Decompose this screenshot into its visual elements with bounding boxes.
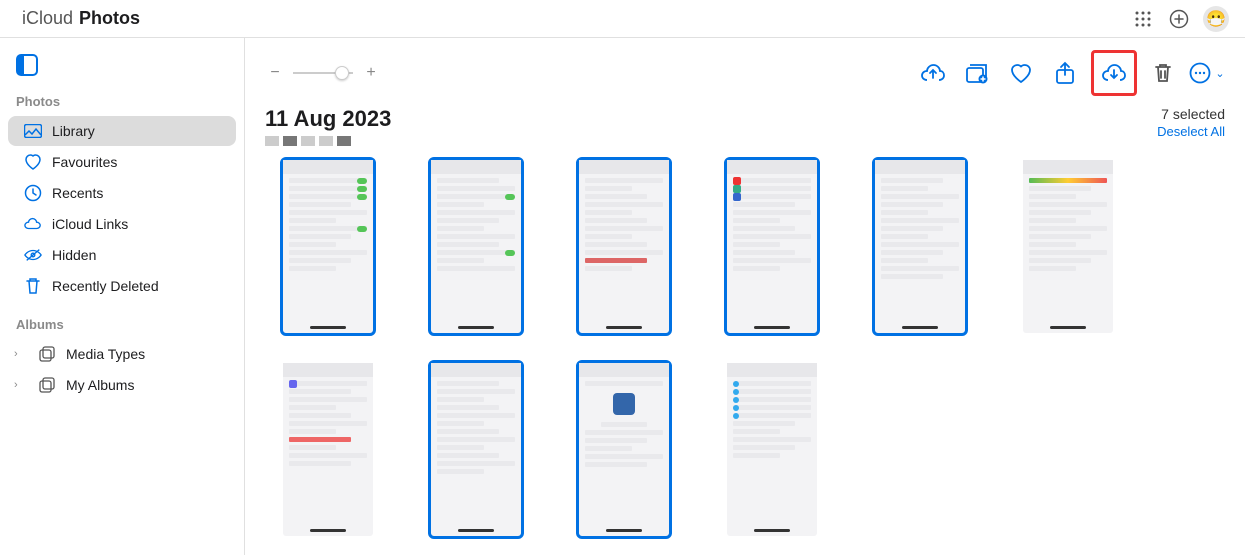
app-title: iCloud Photos [16,8,140,29]
sidebar-item-label: Favourites [52,154,117,170]
zoom-handle[interactable] [335,66,349,80]
breadcrumb-level[interactable] [301,136,315,146]
photo-thumbnail[interactable] [875,160,965,333]
share-icon[interactable] [1047,55,1083,91]
photo-thumbnail[interactable] [579,363,669,536]
photo-thumbnail[interactable] [431,363,521,536]
upload-cloud-icon[interactable] [915,55,951,91]
trash-icon [24,277,42,295]
toolbar: − + ⌄ [245,38,1245,102]
sidebar-item-label: Recently Deleted [52,278,159,294]
section-header-photos: Photos [0,90,244,115]
chevron-right-icon: › [14,348,28,360]
photo-thumbnail[interactable] [1023,160,1113,333]
download-cloud-icon[interactable] [1096,55,1132,91]
photo-thumbnail[interactable] [727,160,817,333]
sidebar-item-media-types[interactable]: › Media Types [8,339,236,369]
trash-action-icon[interactable] [1145,55,1181,91]
clock-icon [24,184,42,202]
toggle-sidebar-icon[interactable] [16,54,38,76]
deselect-all-button[interactable]: Deselect All [1157,124,1225,139]
sidebar-item-label: Library [52,123,95,139]
photo-thumbnail[interactable] [727,363,817,536]
sidebar-item-label: My Albums [66,377,134,393]
breadcrumb-level[interactable] [319,136,333,146]
add-circle-icon[interactable] [1165,5,1193,33]
cloud-link-icon [24,215,42,233]
sidebar-item-hidden[interactable]: Hidden [8,240,236,270]
sidebar-item-recently-deleted[interactable]: Recently Deleted [8,271,236,301]
chevron-down-icon: ⌄ [1215,67,1224,80]
photos-icon [24,122,42,140]
stack-icon [38,345,56,363]
brand-name: iCloud [22,8,73,29]
avatar-icon[interactable]: 😷 [1203,6,1229,32]
sidebar: Photos Library Favourites Recents iCloud… [0,38,245,555]
zoom-slider[interactable] [293,72,353,74]
add-to-album-icon[interactable] [959,55,995,91]
photo-thumbnail[interactable] [431,160,521,333]
photo-thumbnail[interactable] [579,160,669,333]
photo-thumbnail[interactable] [283,160,373,333]
ellipsis-circle-icon[interactable]: ⌄ [1189,55,1225,91]
top-bar: iCloud Photos 😷 [0,0,1245,38]
breadcrumb[interactable] [265,136,391,146]
sidebar-item-icloud-links[interactable]: iCloud Links [8,209,236,239]
photo-thumbnail[interactable] [283,363,373,536]
zoom-in-button[interactable]: + [361,63,381,83]
sidebar-item-library[interactable]: Library [8,116,236,146]
sidebar-item-recents[interactable]: Recents [8,178,236,208]
selected-count: 7 selected [1157,106,1225,122]
product-name: Photos [79,8,140,29]
chevron-right-icon: › [14,379,28,391]
sidebar-item-label: Media Types [66,346,145,362]
content-area: − + ⌄ 11 Aug 2023 [245,38,1245,555]
zoom-control: − + [265,63,381,83]
section-header-albums: Albums [0,313,244,338]
photo-grid [245,152,1245,555]
sidebar-item-label: Recents [52,185,103,201]
avatar-emoji: 😷 [1206,9,1226,29]
download-highlight [1091,50,1137,96]
breadcrumb-level[interactable] [337,136,351,146]
eye-slash-icon [24,246,42,264]
date-heading: 11 Aug 2023 [265,106,391,132]
breadcrumb-level[interactable] [283,136,297,146]
heart-icon [24,153,42,171]
subheader: 11 Aug 2023 7 selected Deselect All [245,102,1245,152]
zoom-out-button[interactable]: − [265,63,285,83]
breadcrumb-level[interactable] [265,136,279,146]
heart-outline-icon[interactable] [1003,55,1039,91]
sidebar-item-label: iCloud Links [52,216,128,232]
sidebar-item-label: Hidden [52,247,96,263]
sidebar-item-my-albums[interactable]: › My Albums [8,370,236,400]
sidebar-item-favourites[interactable]: Favourites [8,147,236,177]
stack-icon [38,376,56,394]
apps-grid-icon[interactable] [1129,5,1157,33]
